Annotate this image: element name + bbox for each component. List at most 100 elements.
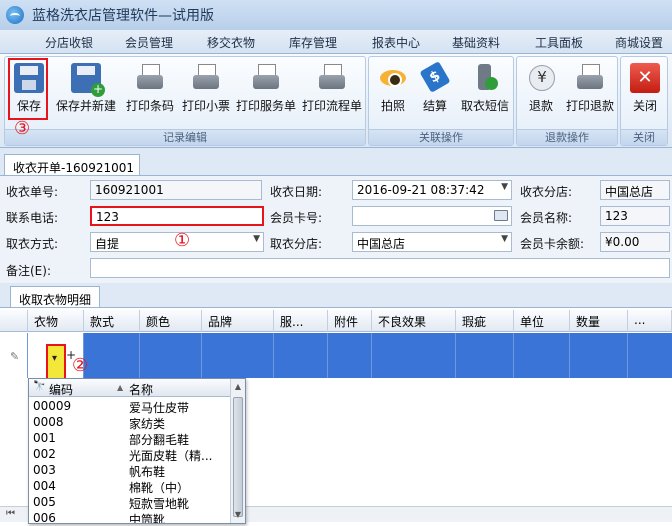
refund-button[interactable]: 退款 xyxy=(521,61,561,127)
menu-item-branch-cashier[interactable]: 分店收银 xyxy=(45,34,93,51)
grid-row-indicator-header xyxy=(0,310,28,332)
list-item[interactable]: 003 帆布鞋 xyxy=(29,462,231,479)
col-header-bad-effect[interactable]: 不良效果 xyxy=(372,310,456,332)
chevron-down-icon: ▼ xyxy=(501,234,508,244)
grid-header: 衣物 款式 颜色 品牌 服... 附件 不良效果 瑕疵 单位 数量 ... xyxy=(0,310,672,332)
card-no-label: 会员卡号: xyxy=(270,211,323,225)
scroll-down-icon[interactable]: ▼ xyxy=(232,508,244,522)
scroll-up-icon[interactable]: ▲ xyxy=(232,380,244,394)
list-item-code: 004 xyxy=(33,479,56,493)
dropdown-col-code[interactable]: 🔭 编码 xyxy=(33,381,125,398)
color-cell[interactable] xyxy=(140,333,202,378)
dropdown-vertical-scrollbar[interactable]: ▲ ▼ xyxy=(230,379,245,523)
bad-effect-cell[interactable] xyxy=(372,333,456,378)
col-header-clothing[interactable]: 衣物 xyxy=(28,310,84,332)
close-button[interactable]: 关闭 xyxy=(625,61,665,127)
phone-label: 联系电话: xyxy=(6,211,59,225)
tab-clothes-detail[interactable]: 收取衣物明细 xyxy=(10,286,100,308)
list-item-name: 中筒靴 xyxy=(129,513,166,523)
pickup-sms-button[interactable]: 取衣短信 xyxy=(457,61,513,127)
remark-input[interactable] xyxy=(90,258,670,278)
col-header-more[interactable]: ... xyxy=(628,310,672,332)
branch-label: 收衣分店: xyxy=(520,185,573,199)
list-item[interactable]: 00009 爱马仕皮带 xyxy=(29,398,231,415)
service-cell[interactable] xyxy=(274,333,328,378)
print-refund-button[interactable]: 打印退款 xyxy=(563,61,617,127)
chevron-down-icon: ▼ xyxy=(501,182,508,192)
col-header-service[interactable]: 服... xyxy=(274,310,328,332)
list-item[interactable]: 002 光面皮鞋（精... xyxy=(29,446,231,463)
brand-cell[interactable] xyxy=(202,333,274,378)
print-service-order-button[interactable]: 打印服务单 xyxy=(233,61,299,127)
save-and-new-button[interactable]: 保存并新建 xyxy=(51,61,121,127)
pickup-branch-select[interactable]: 中国总店 ▼ xyxy=(352,232,512,252)
col-header-style[interactable]: 款式 xyxy=(84,310,140,332)
print-process-sheet-label: 打印流程单 xyxy=(301,99,362,113)
member-name-field: 123 xyxy=(600,206,670,226)
col-header-accessory[interactable]: 附件 xyxy=(328,310,372,332)
print-barcode-label: 打印条码 xyxy=(125,99,174,113)
menu-item-tools[interactable]: 工具面板 xyxy=(535,34,583,51)
dropdown-col-name[interactable]: 名称 xyxy=(129,381,153,398)
branch-field: 中国总店 xyxy=(600,180,670,200)
checkout-button[interactable]: 结算 xyxy=(415,61,455,127)
photo-button[interactable]: 拍照 xyxy=(373,61,413,127)
col-header-quantity[interactable]: 数量 xyxy=(570,310,628,332)
menu-item-basic-data[interactable]: 基础资料 xyxy=(452,34,500,51)
list-item[interactable]: 004 棉靴（中） xyxy=(29,478,231,495)
date-value: 2016-09-21 08:37:42 xyxy=(357,183,485,197)
defect-cell[interactable] xyxy=(456,333,514,378)
quantity-cell[interactable] xyxy=(570,333,628,378)
pickup-method-label: 取衣方式: xyxy=(6,237,59,251)
list-item-code: 003 xyxy=(33,463,56,477)
print-process-sheet-button[interactable]: 打印流程单 xyxy=(299,61,365,127)
printer-icon xyxy=(317,63,347,93)
ribbon-group-label: 退款操作 xyxy=(517,129,617,145)
list-item-code: 002 xyxy=(33,447,56,461)
clothing-dropdown-button[interactable] xyxy=(46,344,66,380)
print-receipt-button[interactable]: 打印小票 xyxy=(177,61,235,127)
pickup-branch-label: 取衣分店: xyxy=(270,237,323,251)
clothing-dropdown-list[interactable]: 🔭 编码 ▲ 名称 00009 爱马仕皮带 0008 家纺类 001 部分翻毛鞋 00… xyxy=(28,378,246,524)
phone-input[interactable]: 123 xyxy=(90,206,264,226)
print-barcode-button[interactable]: 打印条码 xyxy=(121,61,179,127)
order-no-label: 收衣单号: xyxy=(6,185,59,199)
ribbon-group-refund: 退款 打印退款 退款操作 xyxy=(516,56,618,146)
col-header-color[interactable]: 颜色 xyxy=(140,310,202,332)
date-picker[interactable]: 2016-09-21 08:37:42 ▼ xyxy=(352,180,512,200)
member-card-icon[interactable] xyxy=(494,210,508,221)
save-and-new-label: 保存并新建 xyxy=(55,99,116,113)
unit-cell[interactable] xyxy=(514,333,570,378)
menu-item-member[interactable]: 会员管理 xyxy=(125,34,173,51)
list-item-code: 005 xyxy=(33,495,56,509)
refund-label: 退款 xyxy=(528,99,553,113)
card-no-input[interactable] xyxy=(352,206,512,226)
accessory-cell[interactable] xyxy=(328,333,372,378)
pickup-method-value: 自提 xyxy=(95,237,120,251)
list-item[interactable]: 006 中筒靴 xyxy=(29,510,231,523)
pickup-sms-label: 取衣短信 xyxy=(460,99,509,113)
printer-icon xyxy=(575,63,605,93)
tab-order-document[interactable]: 收衣开单-160921001 xyxy=(4,154,140,176)
menu-item-reports[interactable]: 报表中心 xyxy=(372,34,420,51)
close-icon xyxy=(630,63,660,93)
annotation-marker-1: ① xyxy=(174,230,191,251)
col-header-unit[interactable]: 单位 xyxy=(514,310,570,332)
menu-item-transfer[interactable]: 移交衣物 xyxy=(207,34,255,51)
edit-pencil-icon: ✎ xyxy=(10,350,20,363)
order-form-panel: 收衣单号: 160921001 收衣日期: 2016-09-21 08:37:4… xyxy=(0,175,672,283)
menu-item-inventory[interactable]: 库存管理 xyxy=(289,34,337,51)
scrollbar-thumb[interactable] xyxy=(233,397,243,517)
col-header-defect[interactable]: 瑕疵 xyxy=(456,310,514,332)
list-item[interactable]: 005 短款雪地靴 xyxy=(29,494,231,511)
table-row[interactable] xyxy=(0,333,672,378)
member-name-label: 会员名称: xyxy=(520,211,573,225)
menu-bar: 分店收银 会员管理 移交衣物 库存管理 报表中心 基础资料 工具面板 商城设置 xyxy=(0,30,672,54)
style-cell[interactable] xyxy=(84,333,140,378)
date-label: 收衣日期: xyxy=(270,185,323,199)
list-item[interactable]: 001 部分翻毛鞋 xyxy=(29,430,231,447)
menu-item-mall-settings[interactable]: 商城设置 xyxy=(615,34,663,51)
list-item[interactable]: 0008 家纺类 xyxy=(29,414,231,431)
col-header-brand[interactable]: 品牌 xyxy=(202,310,274,332)
first-page-icon[interactable]: ⏮ xyxy=(6,508,15,519)
